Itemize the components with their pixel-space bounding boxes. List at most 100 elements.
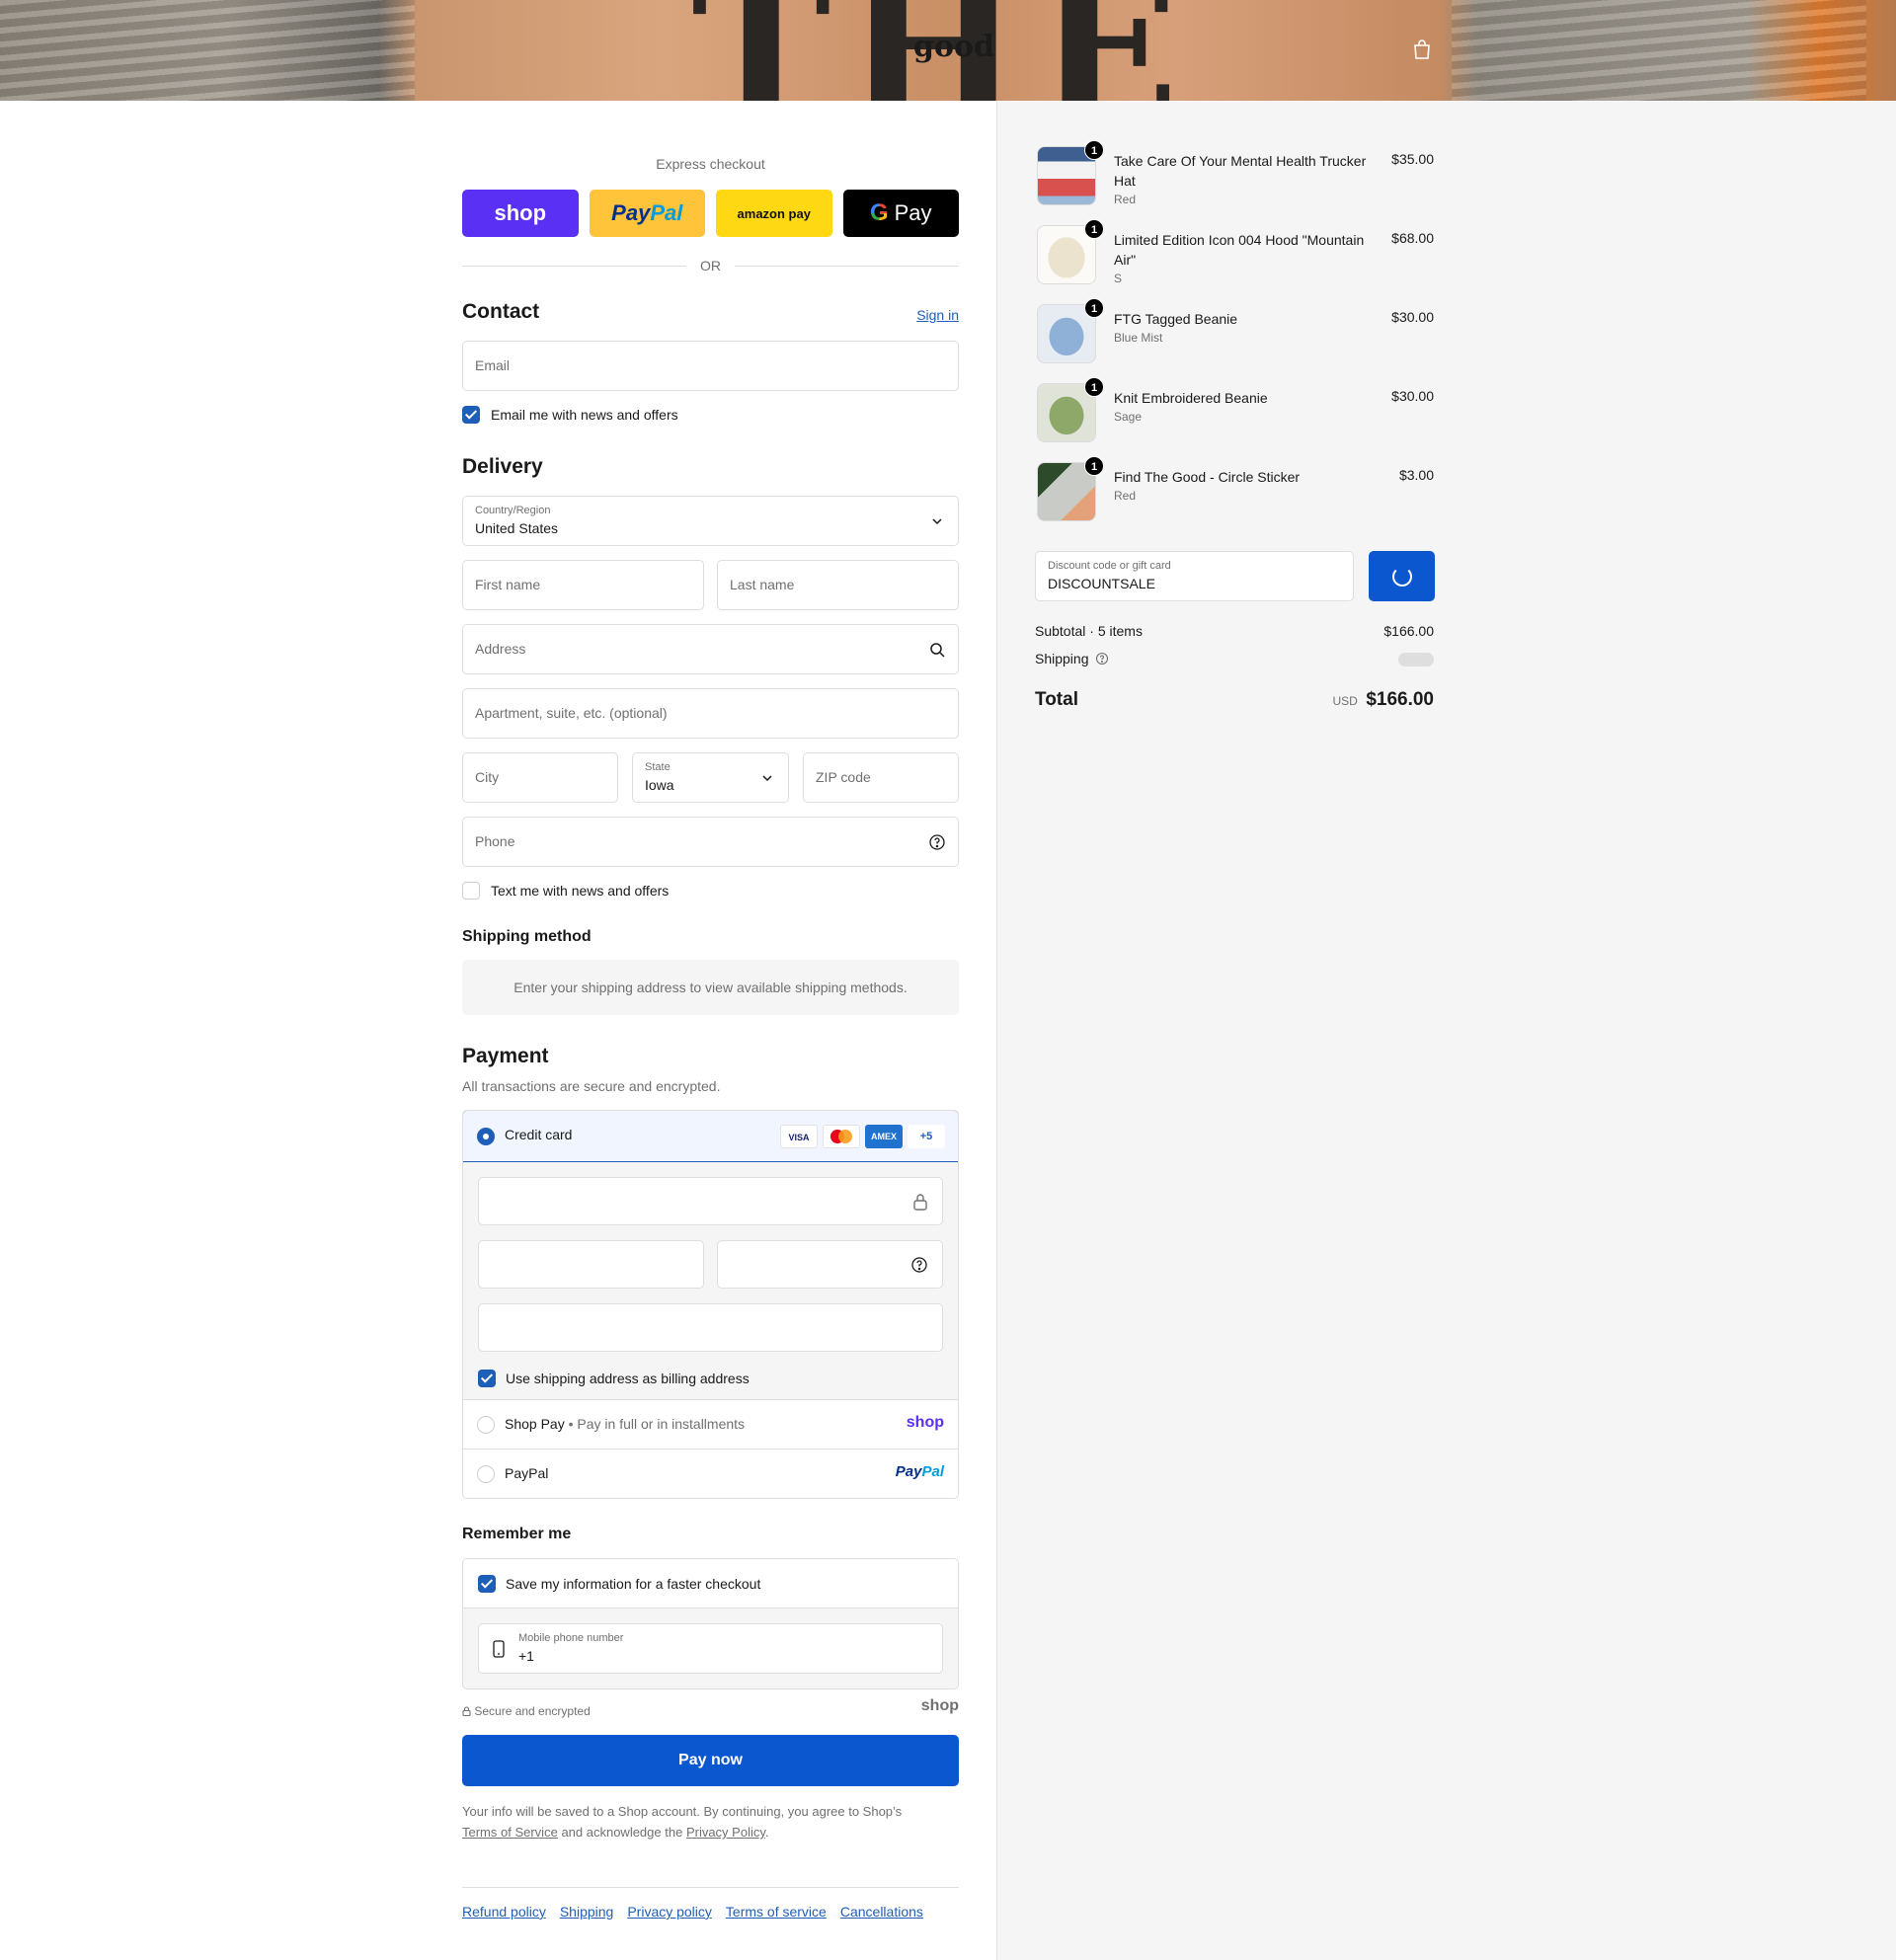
paypal-logo: PayPal (895, 1463, 944, 1480)
cancellations-link[interactable]: Cancellations (840, 1904, 923, 1920)
total-value: $166.00 (1366, 689, 1434, 710)
express-checkout-label: Express checkout (656, 156, 765, 172)
google-pay-express-button[interactable]: G Pay (842, 190, 959, 237)
bag-icon[interactable] (1410, 38, 1434, 61)
loading-spinner-icon (1392, 567, 1412, 587)
terms-of-service-link[interactable]: Terms of Service (462, 1825, 558, 1840)
mobile-phone-field[interactable]: Mobile phone number +1 (478, 1623, 943, 1674)
state-select[interactable]: State Iowa (632, 752, 789, 803)
remember-me-heading: Remember me (462, 1526, 572, 1542)
name-on-card-field[interactable] (478, 1303, 943, 1352)
credit-card-radio[interactable] (477, 1128, 495, 1145)
quantity-badge: 1 (1084, 140, 1104, 160)
cart-item: 1 FTG Tagged Beanie Blue Mist $30.00 (1035, 298, 1434, 367)
store-logo[interactable]: good (913, 28, 994, 71)
quantity-badge: 1 (1084, 456, 1104, 476)
google-g-icon: G (869, 199, 889, 226)
privacy-policy-footer-link[interactable]: Privacy policy (627, 1904, 712, 1920)
expiration-date-field[interactable] (478, 1240, 704, 1289)
country-select[interactable]: Country/Region United States (462, 496, 959, 546)
product-price: $30.00 (1391, 309, 1434, 325)
billing-address-checkbox[interactable] (478, 1370, 496, 1387)
first-name-field[interactable]: First name (462, 560, 704, 610)
product-variant: Red (1114, 193, 1137, 206)
lock-icon (913, 1194, 927, 1211)
shipping-loading-placeholder (1398, 653, 1434, 666)
product-name: Limited Edition Icon 004 Hood "Mountain … (1114, 232, 1365, 268)
mobile-phone-icon (493, 1640, 505, 1658)
city-field[interactable]: City (462, 752, 618, 803)
payment-subtitle: All transactions are secure and encrypte… (462, 1078, 721, 1094)
sign-in-link[interactable]: Sign in (916, 307, 959, 323)
privacy-policy-link[interactable]: Privacy Policy (686, 1825, 765, 1840)
amazon-pay-express-button[interactable]: amazon pay (716, 190, 832, 237)
credit-card-option[interactable]: Credit card VISA AMEX +5 (463, 1111, 958, 1162)
apply-discount-button[interactable] (1369, 551, 1435, 601)
remember-me-box: Save my information for a faster checkou… (462, 1558, 959, 1689)
help-icon (929, 834, 945, 850)
amex-icon: AMEX (865, 1125, 903, 1148)
subtotal-value: $166.00 (1383, 623, 1434, 639)
product-price: $35.00 (1391, 151, 1434, 167)
save-info-checkbox[interactable] (478, 1575, 496, 1593)
banner-water-right (1452, 0, 1866, 101)
refund-policy-link[interactable]: Refund policy (462, 1904, 546, 1920)
shipping-row: Shipping (1035, 651, 1434, 666)
paypal-option[interactable]: PayPal PayPal (463, 1449, 958, 1498)
product-price: $30.00 (1391, 388, 1434, 404)
lock-icon (462, 1706, 471, 1717)
shop-pay-radio[interactable] (477, 1416, 495, 1434)
product-price: $68.00 (1391, 230, 1434, 246)
email-news-label: Email me with news and offers (491, 407, 678, 423)
express-checkout-buttons: shop Pay Pal amazon pay G Pay (462, 190, 959, 237)
product-name: Knit Embroidered Beanie (1114, 390, 1268, 406)
order-summary-panel (996, 101, 1896, 1960)
footer-divider (462, 1887, 959, 1888)
shop-pay-option[interactable]: Shop Pay • Pay in full or in installment… (463, 1399, 958, 1449)
shipping-method-message: Enter your shipping address to view avai… (462, 960, 959, 1015)
shipping-method-heading: Shipping method (462, 928, 592, 945)
phone-field[interactable]: Phone (462, 817, 959, 867)
chevron-down-icon (762, 775, 772, 782)
text-news-label: Text me with news and offers (491, 883, 670, 899)
cart-item: 1 Find The Good - Circle Sticker Red $3.… (1035, 456, 1434, 525)
terms-of-service-footer-link[interactable]: Terms of service (726, 1904, 827, 1920)
cart-item: 1 Limited Edition Icon 004 Hood "Mountai… (1035, 219, 1434, 288)
payment-heading: Payment (462, 1045, 549, 1067)
quantity-badge: 1 (1084, 298, 1104, 318)
total-row: Total USD $166.00 (1035, 689, 1434, 711)
shipping-policy-link[interactable]: Shipping (560, 1904, 614, 1920)
subtotal-row: Subtotal · 5 items $166.00 (1035, 623, 1434, 639)
more-cards-badge: +5 (908, 1125, 945, 1148)
security-code-field[interactable] (717, 1240, 943, 1289)
shop-logo: shop (920, 1697, 959, 1714)
chevron-down-icon (932, 518, 942, 525)
apartment-field[interactable]: Apartment, suite, etc. (optional) (462, 688, 959, 739)
pay-now-button[interactable]: Pay now (462, 1735, 959, 1786)
product-name: FTG Tagged Beanie (1114, 311, 1238, 327)
legal-notice: Your info will be saved to a Shop accoun… (462, 1804, 903, 1840)
shipping-label: Shipping (1035, 651, 1089, 666)
footer-links: Refund policy Shipping Privacy policy Te… (462, 1904, 923, 1920)
zip-field[interactable]: ZIP code (803, 752, 959, 803)
search-icon (930, 643, 945, 658)
help-icon[interactable] (1095, 652, 1109, 666)
shop-pay-express-button[interactable]: shop (462, 190, 579, 237)
email-news-checkbox[interactable] (462, 406, 480, 424)
contact-heading: Contact (462, 300, 540, 323)
product-variant: S (1114, 272, 1123, 285)
card-number-field[interactable] (478, 1177, 943, 1225)
text-news-checkbox[interactable] (462, 882, 480, 900)
shop-pay-label: Shop Pay • Pay in full or in installment… (505, 1416, 746, 1432)
paypal-radio[interactable] (477, 1465, 495, 1483)
discount-code-field[interactable]: Discount code or gift card DISCOUNTSALE (1035, 551, 1354, 601)
product-price: $3.00 (1398, 467, 1434, 483)
paypal-express-button[interactable]: Pay Pal (589, 190, 705, 237)
delivery-heading: Delivery (462, 455, 543, 478)
subtotal-label: Subtotal · 5 items (1035, 623, 1143, 639)
last-name-field[interactable]: Last name (717, 560, 959, 610)
paypal-label: PayPal (505, 1465, 549, 1481)
quantity-badge: 1 (1084, 377, 1104, 397)
address-field[interactable]: Address (462, 624, 959, 674)
email-field[interactable]: Email (462, 341, 959, 391)
